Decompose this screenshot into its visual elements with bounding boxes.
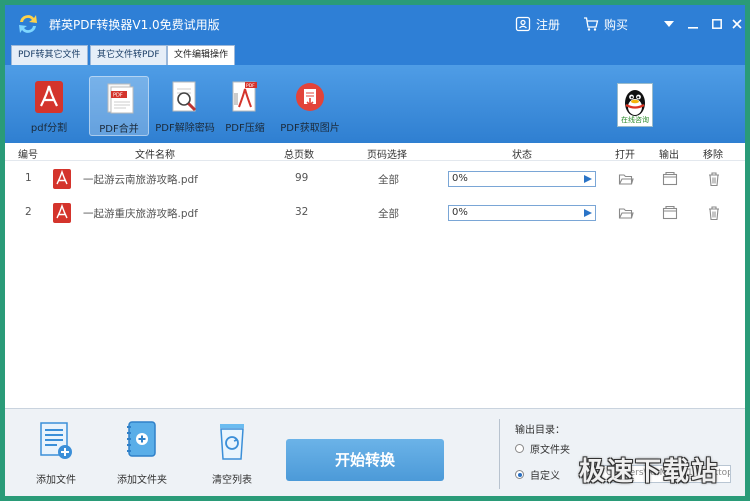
radio-source-folder[interactable] [515, 444, 524, 453]
trash-icon[interactable] [706, 205, 722, 221]
output-option-source-folder[interactable]: 原文件夹 [515, 441, 570, 456]
tool-pdf-merge[interactable]: PDF PDF合并 [89, 76, 149, 136]
pdf-compress-icon: PDF [232, 81, 257, 112]
header-open: 打开 [615, 150, 635, 161]
table-row[interactable]: 1 一起游云南旅游攻略.pdf 99 全部 0% [5, 162, 745, 196]
minimize-button[interactable] [683, 14, 703, 34]
header-total-pages: 总页数 [284, 150, 314, 161]
pdf-unlock-icon [172, 81, 197, 112]
row-progress-bar: 0% [448, 205, 596, 221]
row-index: 2 [25, 206, 32, 218]
register-icon [515, 16, 531, 32]
title-bar: 群英PDF转换器V1.0免费试用版 注册 购买 [5, 5, 745, 43]
output-folder-icon[interactable] [662, 205, 678, 221]
radio-custom[interactable] [515, 470, 524, 479]
app-window: 群英PDF转换器V1.0免费试用版 注册 购买 PDF转其它文件 其它文件转PD… [5, 5, 745, 496]
tool-label: PDF获取图片 [280, 123, 340, 134]
row-total-pages: 32 [295, 206, 309, 218]
row-page-range[interactable]: 全部 [378, 172, 399, 187]
header-index: 编号 [18, 150, 38, 161]
watermark-text: 极速下载站 [579, 457, 720, 487]
footer-divider [499, 419, 500, 489]
output-dir-title: 输出目录： [515, 425, 565, 436]
close-icon [732, 19, 742, 29]
header-output: 输出 [659, 150, 679, 161]
play-arrow-icon[interactable] [584, 175, 592, 183]
header-page-range: 页码选择 [367, 150, 407, 161]
clear-list-button[interactable]: 清空列表 [197, 421, 267, 491]
app-title: 群英PDF转换器V1.0免费试用版 [49, 18, 220, 32]
row-progress-bar: 0% [448, 171, 596, 187]
open-folder-icon[interactable] [618, 205, 634, 221]
option-source-label: 原文件夹 [530, 445, 570, 456]
cart-icon [584, 17, 599, 31]
tab-bar: PDF转其它文件 其它文件转PDF 文件编辑操作 [5, 43, 745, 65]
header-status: 状态 [512, 150, 532, 161]
tab-other-to-pdf[interactable]: 其它文件转PDF [90, 45, 167, 65]
online-consult-button[interactable]: 在线咨询 [617, 83, 653, 127]
register-button[interactable]: 注册 [515, 15, 560, 33]
pdf-file-icon [53, 169, 71, 189]
row-total-pages: 99 [295, 172, 309, 184]
svg-text:PDF: PDF [246, 83, 255, 89]
add-folder-button[interactable]: 添加文件夹 [107, 421, 177, 491]
toolbar: pdf分割 PDF PDF合并 PDF解除密码 PDF PDF压缩 PDF获取图… [5, 65, 745, 143]
play-arrow-icon[interactable] [584, 209, 592, 217]
add-folder-icon [127, 421, 156, 457]
buy-label: 购买 [604, 17, 629, 32]
add-file-label: 添加文件 [36, 475, 76, 486]
register-label: 注册 [536, 17, 561, 32]
add-folder-label: 添加文件夹 [117, 475, 167, 486]
file-table-header: 编号 文件名称 总页数 页码选择 状态 打开 输出 移除 [5, 143, 745, 161]
maximize-icon [712, 19, 722, 29]
table-row[interactable]: 2 一起游重庆旅游攻略.pdf 32 全部 0% [5, 196, 745, 230]
pdf-extract-image-icon [296, 83, 324, 111]
row-page-range[interactable]: 全部 [378, 206, 399, 221]
open-folder-icon[interactable] [618, 171, 634, 187]
tab-file-edit[interactable]: 文件编辑操作 [167, 45, 236, 65]
row-file-name: 一起游云南旅游攻略.pdf [83, 174, 198, 186]
online-consult-label: 在线咨询 [621, 116, 649, 124]
pdf-merge-icon: PDF [107, 83, 134, 114]
trash-icon[interactable] [706, 171, 722, 187]
tab-pdf-to-other[interactable]: PDF转其它文件 [11, 45, 88, 65]
maximize-button[interactable] [707, 14, 727, 34]
option-custom-label: 自定义 [530, 471, 560, 482]
row-file-name: 一起游重庆旅游攻略.pdf [83, 208, 198, 220]
buy-button[interactable]: 购买 [583, 15, 628, 33]
add-file-icon [40, 422, 72, 459]
clear-list-icon [220, 424, 244, 460]
tool-pdf-compress[interactable]: PDF PDF压缩 [215, 76, 275, 136]
dropdown-menu-button[interactable] [659, 14, 679, 34]
pdf-file-icon [53, 203, 71, 223]
progress-text: 0% [452, 207, 468, 218]
output-option-custom[interactable]: 自定义 [515, 467, 560, 482]
header-file-name: 文件名称 [135, 150, 175, 161]
minimize-icon [688, 27, 698, 29]
header-remove: 移除 [703, 150, 723, 161]
add-file-button[interactable]: 添加文件 [21, 421, 91, 491]
qq-penguin-icon [625, 90, 645, 116]
svg-text:PDF: PDF [113, 93, 123, 99]
row-index: 1 [25, 172, 32, 184]
chevron-down-icon [664, 21, 674, 27]
pdf-split-icon [35, 81, 63, 113]
tool-pdf-extract-image[interactable]: PDF获取图片 [280, 76, 340, 136]
clear-list-label: 清空列表 [212, 475, 252, 486]
close-button[interactable] [727, 14, 745, 34]
start-convert-button[interactable]: 开始转换 [286, 439, 444, 481]
progress-text: 0% [452, 173, 468, 184]
tool-label: pdf分割 [30, 123, 68, 134]
tool-pdf-split[interactable]: pdf分割 [19, 76, 79, 136]
app-logo-icon [19, 15, 37, 33]
output-folder-icon[interactable] [662, 171, 678, 187]
